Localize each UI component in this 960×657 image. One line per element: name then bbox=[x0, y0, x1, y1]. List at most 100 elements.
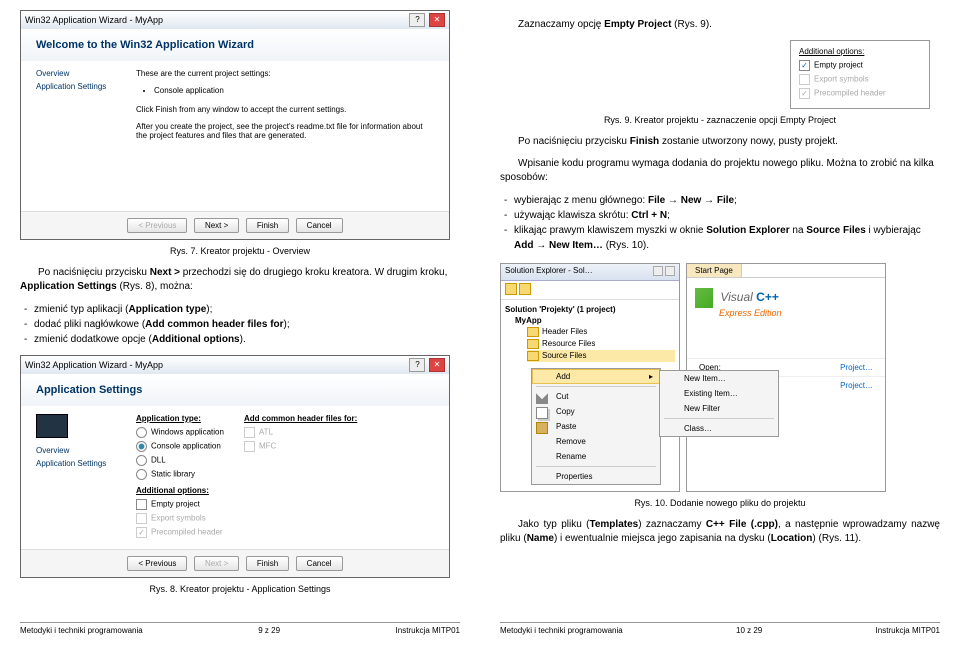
side-appsettings[interactable]: Application Settings bbox=[36, 82, 136, 91]
list-item: zmienić dodatkowe opcje (Additional opti… bbox=[20, 332, 460, 347]
app-type-col: Application type: Windows application Co… bbox=[136, 414, 224, 541]
ctx-class[interactable]: Class… bbox=[660, 421, 778, 436]
footer-left: Metodyki i techniki programowania bbox=[500, 626, 623, 635]
dialog-footer: < Previous Next > Finish Cancel bbox=[21, 549, 449, 577]
col-title: Add common header files for: bbox=[244, 414, 357, 423]
ctx-existing-item[interactable]: Existing Item… bbox=[660, 386, 778, 401]
finish-button[interactable]: Finish bbox=[246, 218, 289, 233]
body-text: Wpisanie kodu programu wymaga dodania do… bbox=[500, 157, 940, 185]
body-text: Po naciśnięciu przycisku Finish zostanie… bbox=[500, 135, 940, 149]
footer-left: Metodyki i techniki programowania bbox=[20, 626, 143, 635]
menu-separator bbox=[664, 418, 774, 419]
check-export: Export symbols bbox=[136, 513, 224, 524]
body-text: Jako typ pliku (Templates) zaznaczamy C+… bbox=[500, 518, 940, 546]
footer-right: Instrukcja MITP01 bbox=[876, 626, 940, 635]
dialog-titlebar: Win32 Application Wizard - MyApp ? ✕ bbox=[21, 11, 449, 29]
header-files-col: Add common header files for: ATL MFC bbox=[244, 414, 357, 541]
add-submenu: New Item… Existing Item… New Filter Clas… bbox=[659, 370, 779, 437]
radio-static[interactable]: Static library bbox=[136, 469, 224, 480]
list-item: zmienić typ aplikacji (Application type)… bbox=[20, 302, 460, 317]
solution-explorer-pane: Solution Explorer - Sol… Solution 'Proje… bbox=[500, 263, 680, 492]
list-item: używając klawisza skrótu: Ctrl + N; bbox=[500, 208, 940, 223]
next-button: Next > bbox=[194, 556, 239, 571]
page-footer: Metodyki i techniki programowania 10 z 2… bbox=[500, 622, 940, 635]
settings-columns: Application type: Windows application Co… bbox=[136, 414, 357, 541]
tree-project[interactable]: MyApp bbox=[515, 315, 675, 326]
close-icon[interactable] bbox=[665, 266, 675, 276]
vs-logo-icon bbox=[695, 288, 713, 308]
cancel-button[interactable]: Cancel bbox=[296, 556, 343, 571]
ctx-paste[interactable]: Paste bbox=[532, 419, 660, 434]
bullet-list: zmienić typ aplikacji (Application type)… bbox=[20, 302, 460, 347]
dropdown-icon[interactable] bbox=[653, 266, 663, 276]
additional-options-box: Additional options: Empty project Export… bbox=[790, 40, 930, 109]
close-icon[interactable]: ✕ bbox=[429, 13, 445, 27]
se-title: Solution Explorer - Sol… bbox=[505, 266, 593, 278]
ctx-rename[interactable]: Rename bbox=[532, 449, 660, 464]
side-appsettings[interactable]: Application Settings bbox=[36, 459, 136, 468]
footer-center: 9 z 29 bbox=[258, 626, 280, 635]
check-atl: ATL bbox=[244, 427, 357, 438]
cancel-button[interactable]: Cancel bbox=[296, 218, 343, 233]
close-icon[interactable]: ✕ bbox=[429, 358, 445, 372]
side-overview[interactable]: Overview bbox=[36, 446, 136, 455]
side-overview[interactable]: Overview bbox=[36, 69, 136, 78]
tree-folder-sources[interactable]: Source Files bbox=[527, 350, 675, 362]
check-precompiled: Precompiled header bbox=[799, 88, 921, 99]
tree-folder-headers[interactable]: Header Files bbox=[527, 326, 675, 338]
check-export: Export symbols bbox=[799, 74, 921, 85]
ctx-properties[interactable]: Properties bbox=[532, 469, 660, 484]
copy-icon bbox=[536, 407, 548, 419]
figure-caption: Rys. 8. Kreator projektu - Application S… bbox=[20, 584, 460, 594]
tree-solution[interactable]: Solution 'Projekty' (1 project) bbox=[505, 304, 675, 315]
body-text: Po naciśnięciu przycisku Next > przechod… bbox=[20, 266, 460, 294]
check-empty[interactable]: Empty project bbox=[799, 60, 921, 71]
ctx-new-item[interactable]: New Item… bbox=[660, 371, 778, 386]
figure-caption: Rys. 9. Kreator projektu - zaznaczenie o… bbox=[500, 115, 940, 125]
wizard-side-nav: Overview Application Settings bbox=[36, 69, 136, 203]
page-left: Win32 Application Wizard - MyApp ? ✕ Wel… bbox=[0, 0, 480, 640]
radio-dll[interactable]: DLL bbox=[136, 455, 224, 466]
dialog-titlebar: Win32 Application Wizard - MyApp ? ✕ bbox=[21, 356, 449, 374]
context-menu: Add New Item… Existing Item… New Filter … bbox=[531, 368, 661, 485]
tree-folder-resources[interactable]: Resource Files bbox=[527, 338, 675, 350]
list-item: klikając prawym klawiszem myszki w oknie… bbox=[500, 223, 940, 253]
ctx-copy[interactable]: Copy bbox=[532, 404, 660, 419]
help-icon[interactable]: ? bbox=[409, 13, 425, 27]
radio-console[interactable]: Console application bbox=[136, 441, 224, 452]
list-item: dodać pliki nagłówkowe (Add common heade… bbox=[20, 317, 460, 332]
col-title: Additional options: bbox=[136, 486, 224, 495]
setting-bullet: Console application bbox=[154, 86, 434, 95]
finish-button[interactable]: Finish bbox=[246, 556, 289, 571]
ctx-remove[interactable]: Remove bbox=[532, 434, 660, 449]
ctx-add[interactable]: Add New Item… Existing Item… New Filter … bbox=[532, 369, 660, 384]
list-item: wybierając z menu głównego: File → New →… bbox=[500, 193, 940, 208]
check-empty[interactable]: Empty project bbox=[136, 499, 224, 510]
se-header: Solution Explorer - Sol… bbox=[501, 264, 679, 281]
figure-caption: Rys. 7. Kreator projektu - Overview bbox=[20, 246, 460, 256]
note-text: After you create the project, see the pr… bbox=[136, 122, 434, 140]
open-project-link[interactable]: Project… bbox=[840, 363, 873, 372]
toolbar-icon[interactable] bbox=[519, 283, 531, 295]
col-title: Application type: bbox=[136, 414, 224, 423]
dialog-footer: < Previous Next > Finish Cancel bbox=[21, 211, 449, 239]
next-button[interactable]: Next > bbox=[194, 218, 239, 233]
start-page-tab[interactable]: Start Page bbox=[687, 264, 742, 277]
wizard-overview-dialog: Win32 Application Wizard - MyApp ? ✕ Wel… bbox=[20, 10, 450, 240]
bullet-list: wybierając z menu głównego: File → New →… bbox=[500, 193, 940, 253]
menu-separator bbox=[536, 386, 656, 387]
help-icon[interactable]: ? bbox=[409, 358, 425, 372]
prev-button[interactable]: < Previous bbox=[127, 556, 187, 571]
dialog-header-text: Application Settings bbox=[36, 384, 434, 396]
radio-windows[interactable]: Windows application bbox=[136, 427, 224, 438]
create-project-link[interactable]: Project… bbox=[840, 381, 873, 390]
check-mfc: MFC bbox=[244, 441, 357, 452]
page-footer: Metodyki i techniki programowania 9 z 29… bbox=[20, 622, 460, 635]
toolbar-icon[interactable] bbox=[505, 283, 517, 295]
footer-right: Instrukcja MITP01 bbox=[396, 626, 460, 635]
intro-text: These are the current project settings: bbox=[136, 69, 434, 78]
wizard-appsettings-dialog: Win32 Application Wizard - MyApp ? ✕ App… bbox=[20, 355, 450, 578]
console-icon bbox=[36, 414, 68, 438]
ctx-cut[interactable]: Cut bbox=[532, 389, 660, 404]
ctx-new-filter[interactable]: New Filter bbox=[660, 401, 778, 416]
